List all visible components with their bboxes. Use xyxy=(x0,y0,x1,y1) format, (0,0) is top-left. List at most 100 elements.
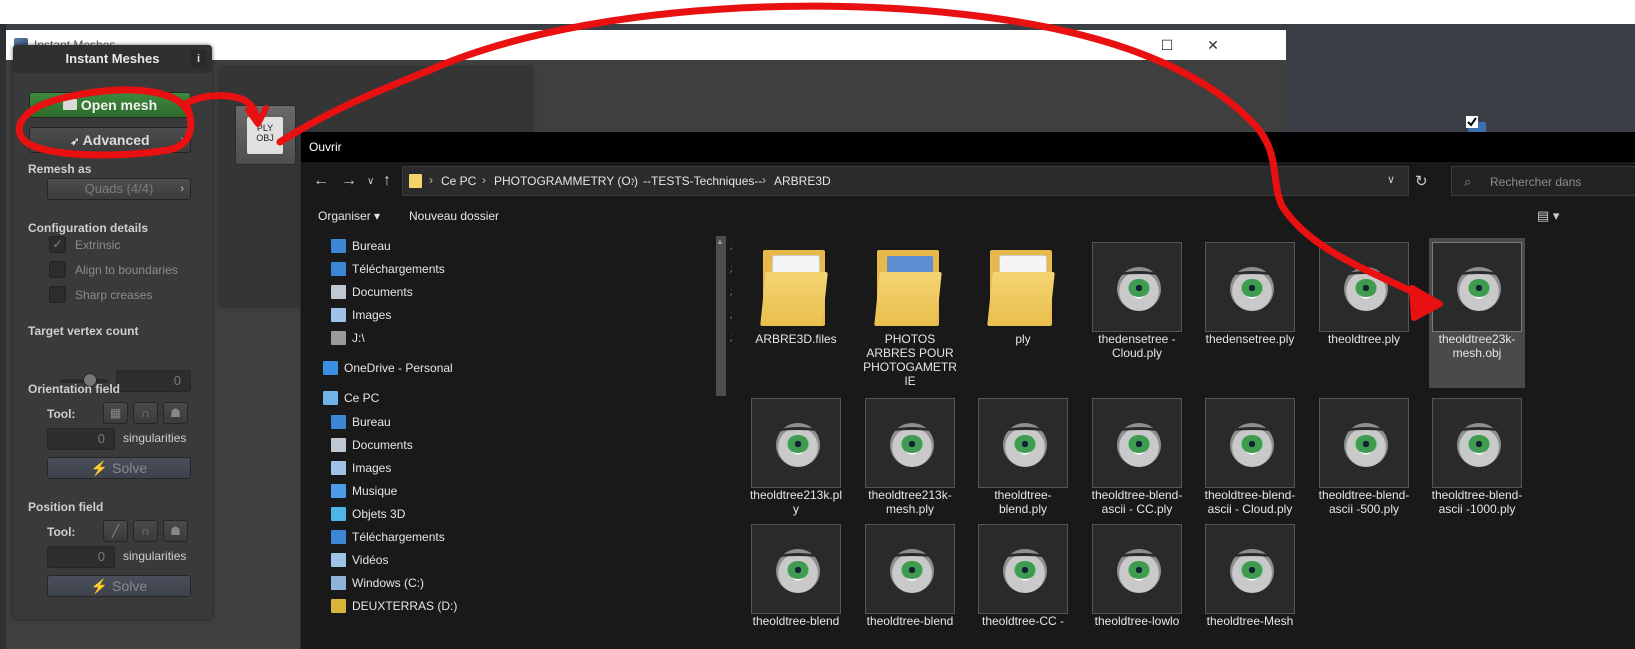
position-solve-button[interactable]: ⚡ Solve xyxy=(47,575,191,597)
info-button[interactable]: i xyxy=(190,50,207,68)
close-button[interactable]: ✕ xyxy=(1190,30,1236,60)
sharp-creases-label: Sharp creases xyxy=(75,288,153,302)
breadcrumb-separator[interactable]: › xyxy=(762,173,766,187)
eye-icon xyxy=(1001,423,1049,467)
this-pc-item[interactable]: Objets 3D xyxy=(331,505,731,525)
file-item[interactable]: theoldtree-blend-ascii -1000.ply xyxy=(1429,394,1525,544)
breadcrumb-item[interactable]: --TESTS-Techniques-- xyxy=(643,174,762,188)
align-boundaries-checkbox[interactable] xyxy=(49,261,66,278)
ghost-tool-icon[interactable]: ☗ xyxy=(163,402,188,424)
this-pc-item[interactable]: Images xyxy=(331,459,731,479)
comb-tool-icon[interactable]: ▦ xyxy=(103,402,128,424)
file-name: thedensetree - Cloud.ply xyxy=(1098,332,1176,360)
vertex-count-field[interactable]: 0 xyxy=(116,370,191,392)
minimize-button[interactable]: — xyxy=(1098,30,1144,60)
ghost-tool-icon[interactable]: ☗ xyxy=(163,520,188,542)
file-icon: PLY OBJ xyxy=(247,117,283,154)
file-item[interactable]: theoldtree-lowlo xyxy=(1089,520,1185,649)
file-item[interactable]: theoldtree-blend xyxy=(862,520,958,649)
nav-item-label: DEUXTERRAS (D:) xyxy=(352,599,458,613)
advanced-button[interactable]: ➶ Advanced › xyxy=(29,127,191,153)
nav-item-label: Bureau xyxy=(352,415,391,429)
eye-lid xyxy=(1115,553,1163,565)
nav-item-label: Bureau xyxy=(352,239,391,253)
breadcrumb-separator[interactable]: › xyxy=(631,173,635,187)
this-pc-item[interactable]: Bureau xyxy=(331,413,731,433)
this-pc-item[interactable]: Musique xyxy=(331,482,731,502)
address-bar[interactable]: › Ce PC › PHOTOGRAMMETRY (O:) › --TESTS-Techn… xyxy=(402,166,1409,196)
folder-item[interactable]: ply xyxy=(975,238,1071,388)
eye-icon xyxy=(1342,423,1390,467)
dialog-titlebar[interactable]: Ouvrir xyxy=(301,132,1635,162)
align-boundaries-label: Align to boundaries xyxy=(75,263,178,277)
file-item[interactable]: theoldtree.ply xyxy=(1316,238,1412,388)
quick-access-item[interactable]: J:\📌 xyxy=(331,329,741,349)
nav-item-this-pc[interactable]: Ce PC xyxy=(323,389,723,409)
remesh-mode-value: Quads (4/4) xyxy=(84,181,154,196)
orientation-solve-button[interactable]: ⚡ Solve xyxy=(47,457,191,479)
this-pc-item[interactable]: Vidéos xyxy=(331,551,731,571)
breadcrumb-separator[interactable]: › xyxy=(482,173,486,187)
back-arrow-icon[interactable]: ← xyxy=(313,172,329,190)
images-icon xyxy=(331,308,346,322)
search-input[interactable]: ⌕ Rechercher dans xyxy=(1451,166,1635,196)
magnet-tool-icon[interactable]: ∩ xyxy=(133,402,158,424)
new-folder-button[interactable]: Nouveau dossier xyxy=(409,209,499,223)
panel-header[interactable]: Instant Meshes i xyxy=(13,45,212,73)
breadcrumb-item[interactable]: Ce PC xyxy=(441,174,476,188)
folder-item[interactable]: PHOTOS ARBRES POUR PHOTOGAMETR IE xyxy=(862,238,958,388)
extrinsic-checkbox[interactable]: ✓ xyxy=(49,236,66,253)
file-item[interactable]: theoldtree-blend xyxy=(748,520,844,649)
file-name: theoldtree.ply xyxy=(1327,332,1401,346)
open-mesh-button[interactable]: Open mesh › xyxy=(29,92,191,118)
nav-item-label: Images xyxy=(352,461,392,475)
eye-icon xyxy=(1455,267,1503,311)
file-item[interactable]: thedensetree - Cloud.ply xyxy=(1089,238,1185,388)
file-item[interactable]: theoldtree-CC - xyxy=(975,520,1071,649)
quick-access-item[interactable]: Images📌 xyxy=(331,306,741,326)
folder-front xyxy=(760,272,828,326)
maximize-button[interactable]: ☐ xyxy=(1144,30,1190,60)
file-thumbnail xyxy=(978,398,1068,488)
address-dropdown-icon[interactable]: ∨ xyxy=(1387,173,1395,186)
this-pc-item[interactable]: Téléchargements xyxy=(331,528,731,548)
organiser-button[interactable]: Organiser ▾ xyxy=(318,209,380,223)
file-thumbnail xyxy=(865,398,955,488)
forward-arrow-icon[interactable]: → xyxy=(341,172,357,190)
quick-access-item[interactable]: Téléchargements📌 xyxy=(331,260,741,280)
file-thumbnail xyxy=(1432,398,1522,488)
refresh-icon[interactable]: ↻ xyxy=(1415,172,1428,190)
file-item[interactable]: theoldtree23k-mesh.obj xyxy=(1429,238,1525,388)
folder-item[interactable]: ARBRE3D.files xyxy=(748,238,844,388)
breadcrumb-item[interactable]: ARBRE3D xyxy=(774,174,831,188)
file-item[interactable]: thedensetree.ply xyxy=(1202,238,1298,388)
ply-obj-button[interactable]: PLY OBJ xyxy=(235,105,296,165)
this-pc-item[interactable]: Documents xyxy=(331,436,731,456)
quick-access-item[interactable]: Documents📌 xyxy=(331,283,741,303)
breadcrumb-separator[interactable]: › xyxy=(429,173,433,187)
sharp-creases-checkbox[interactable] xyxy=(49,286,66,303)
this-pc-item[interactable]: Windows (C:) xyxy=(331,574,731,594)
eye-icon xyxy=(1115,549,1163,593)
search-icon: ⌕ xyxy=(1464,174,1472,189)
file-name: theoldtree-blend xyxy=(752,614,840,628)
music-icon xyxy=(331,484,346,498)
view-options-icon[interactable]: ▤ ▾ xyxy=(1537,208,1559,224)
brush-tool-icon[interactable]: ╱ xyxy=(103,520,128,542)
download-icon xyxy=(331,530,346,544)
file-item[interactable]: theoldtree-blend-ascii -500.ply xyxy=(1316,394,1412,544)
magnet-tool-icon[interactable]: ∩ xyxy=(133,520,158,542)
navigation-scrollbar[interactable] xyxy=(716,236,726,396)
drive-icon xyxy=(331,331,346,345)
up-arrow-icon[interactable]: ↑ xyxy=(383,172,391,190)
file-item[interactable]: theoldtree-Mesh xyxy=(1202,520,1298,649)
remesh-mode-dropdown[interactable]: Quads (4/4) › xyxy=(47,178,191,200)
scroll-up-arrow-icon[interactable]: ▲ xyxy=(716,237,724,246)
nav-item-label: Musique xyxy=(352,484,398,498)
chevron-right-icon: › xyxy=(180,183,184,195)
quick-access-item[interactable]: Bureau📌 xyxy=(331,237,741,257)
breadcrumb-item[interactable]: PHOTOGRAMMETRY (O:) xyxy=(494,174,638,188)
this-pc-item[interactable]: DEUXTERRAS (D:) xyxy=(331,597,731,617)
nav-item-onedrive[interactable]: OneDrive - Personal xyxy=(323,359,723,379)
recent-dropdown-icon[interactable]: ∨ xyxy=(367,176,374,187)
